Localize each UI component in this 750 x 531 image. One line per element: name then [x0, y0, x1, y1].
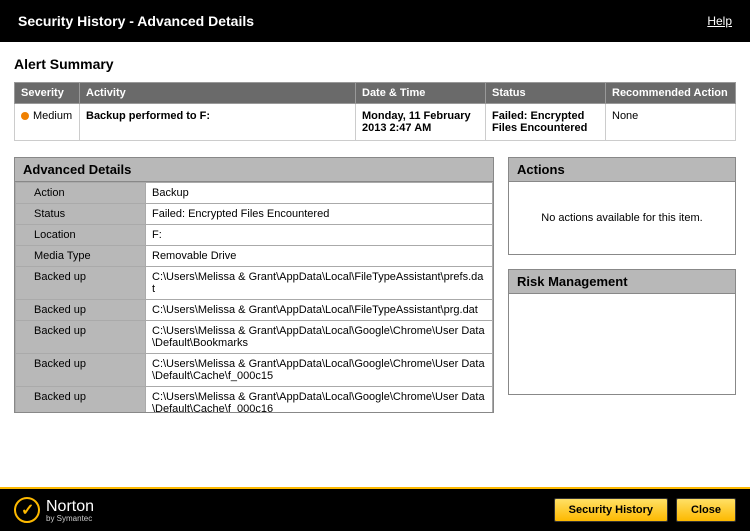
details-value: C:\Users\Melissa & Grant\AppData\Local\F…: [146, 300, 493, 321]
cell-recommended: None: [606, 104, 736, 141]
cell-activity: Backup performed to F:: [80, 104, 356, 141]
severity-label: Medium: [33, 110, 72, 122]
details-value: Failed: Encrypted Files Encountered: [146, 204, 493, 225]
details-label: Backed up: [16, 354, 146, 387]
risk-management-panel: Risk Management: [508, 269, 736, 395]
details-value: F:: [146, 225, 493, 246]
advanced-details-panel: Advanced Details ActionBackupStatusFaile…: [14, 157, 494, 413]
alert-summary-table: Severity Activity Date & Time Status Rec…: [14, 82, 736, 141]
brand-byline: by Symantec: [46, 514, 94, 523]
risk-body: [509, 294, 735, 394]
details-label: Media Type: [16, 246, 146, 267]
details-label: Backed up: [16, 321, 146, 354]
advanced-details-header: Advanced Details: [15, 158, 493, 182]
details-label: Backed up: [16, 267, 146, 300]
details-row: StatusFailed: Encrypted Files Encountere…: [16, 204, 493, 225]
cell-datetime: Monday, 11 February 2013 2:47 AM: [356, 104, 486, 141]
advanced-details-scroll[interactable]: ActionBackupStatusFailed: Encrypted File…: [15, 182, 493, 412]
details-row: Backed upC:\Users\Melissa & Grant\AppDat…: [16, 321, 493, 354]
col-datetime: Date & Time: [356, 83, 486, 104]
details-value: Backup: [146, 183, 493, 204]
details-row: Backed upC:\Users\Melissa & Grant\AppDat…: [16, 267, 493, 300]
details-row: LocationF:: [16, 225, 493, 246]
col-status: Status: [486, 83, 606, 104]
details-value: C:\Users\Melissa & Grant\AppData\Local\G…: [146, 321, 493, 354]
window-title: Security History - Advanced Details: [18, 13, 254, 29]
details-row: Backed upC:\Users\Melissa & Grant\AppDat…: [16, 300, 493, 321]
details-row: Backed upC:\Users\Melissa & Grant\AppDat…: [16, 387, 493, 413]
cell-status: Failed: Encrypted Files Encountered: [486, 104, 606, 141]
details-value: C:\Users\Melissa & Grant\AppData\Local\G…: [146, 354, 493, 387]
details-label: Location: [16, 225, 146, 246]
advanced-details-table: ActionBackupStatusFailed: Encrypted File…: [15, 182, 493, 412]
severity-dot-icon: [21, 112, 29, 120]
details-value: C:\Users\Melissa & Grant\AppData\Local\F…: [146, 267, 493, 300]
actions-message: No actions available for this item.: [509, 182, 735, 254]
footer-bar: Norton by Symantec Security History Clos…: [0, 487, 750, 531]
cell-severity: Medium: [15, 104, 80, 141]
col-severity: Severity: [15, 83, 80, 104]
col-recommended: Recommended Action: [606, 83, 736, 104]
details-row: Media TypeRemovable Drive: [16, 246, 493, 267]
security-history-button[interactable]: Security History: [554, 498, 668, 522]
col-activity: Activity: [80, 83, 356, 104]
details-label: Backed up: [16, 300, 146, 321]
close-button[interactable]: Close: [676, 498, 736, 522]
brand-name: Norton: [46, 498, 94, 515]
summary-row: Medium Backup performed to F: Monday, 11…: [15, 104, 736, 141]
content-area: Alert Summary Severity Activity Date & T…: [0, 42, 750, 427]
risk-header: Risk Management: [509, 270, 735, 294]
details-label: Backed up: [16, 387, 146, 413]
help-link[interactable]: Help: [707, 14, 732, 28]
title-bar: Security History - Advanced Details Help: [0, 0, 750, 42]
details-value: C:\Users\Melissa & Grant\AppData\Local\G…: [146, 387, 493, 413]
norton-brand-text: Norton by Symantec: [46, 498, 94, 523]
details-label: Action: [16, 183, 146, 204]
norton-logo: Norton by Symantec: [14, 497, 94, 523]
details-row: ActionBackup: [16, 183, 493, 204]
norton-check-icon: [14, 497, 40, 523]
details-label: Status: [16, 204, 146, 225]
details-row: Backed upC:\Users\Melissa & Grant\AppDat…: [16, 354, 493, 387]
actions-panel: Actions No actions available for this it…: [508, 157, 736, 255]
alert-summary-title: Alert Summary: [14, 56, 736, 72]
actions-header: Actions: [509, 158, 735, 182]
details-value: Removable Drive: [146, 246, 493, 267]
